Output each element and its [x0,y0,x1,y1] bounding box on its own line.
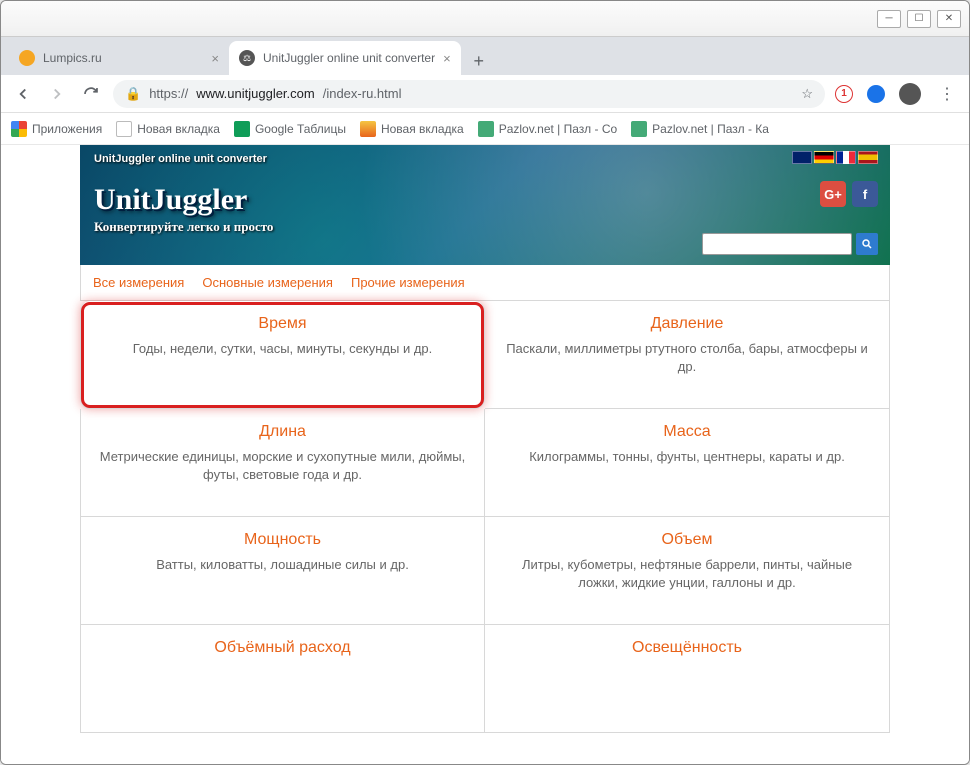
url-host: www.unitjuggler.com [196,86,315,101]
profile-avatar[interactable] [899,83,921,105]
menu-link-all[interactable]: Все измерения [93,275,184,290]
bookmark-label: Google Таблицы [255,122,346,136]
window-titlebar: ─ ☐ ✕ [1,1,969,37]
browser-tab-1[interactable]: ⚖ UnitJuggler online unit converter × [229,41,461,75]
tab-bar: Lumpics.ru × ⚖ UnitJuggler online unit c… [1,37,969,75]
category-card[interactable]: Длина Метрические единицы, морские и сухо… [80,409,485,517]
toolbar-right: 1 ⋮ [835,82,959,106]
card-description: Паскали, миллиметры ртутного столба, бар… [501,340,873,376]
img-icon [360,121,376,137]
new-tab-button[interactable]: + [465,47,493,75]
bookmark-label: Новая вкладка [137,122,220,136]
bookmark-item[interactable]: Новая вкладка [116,121,220,137]
bookmarks-bar: Приложения Новая вкладка Google Таблицы … [1,113,969,145]
close-tab-icon[interactable]: × [211,51,219,66]
flag-de[interactable] [814,151,834,164]
search-button[interactable] [856,233,878,255]
card-description: Литры, кубометры, нефтяные баррели, пинт… [501,556,873,592]
card-description: Ватты, киловатты, лошадиные силы и др. [97,556,468,574]
bookmark-item[interactable]: Pazlov.net | Пазл - Ка [631,121,769,137]
browser-tab-0[interactable]: Lumpics.ru × [9,41,229,75]
close-window-button[interactable]: ✕ [937,10,961,28]
forward-button[interactable] [45,82,69,106]
category-card[interactable]: Мощность Ватты, киловатты, лошадиные силы… [80,517,485,625]
extension-icon[interactable]: 1 [835,85,853,103]
lock-icon: 🔒 [125,86,141,102]
puzzle-icon [478,121,494,137]
category-menu: Все измерения Основные измерения Прочие … [80,265,890,301]
card-description: Килограммы, тонны, фунты, центнеры, кара… [501,448,873,466]
bookmark-star-icon[interactable]: ☆ [801,86,813,102]
card-title: Объёмный расход [97,639,468,657]
category-card[interactable]: Время Годы, недели, сутки, часы, минуты, … [80,301,485,409]
extension-icon[interactable] [867,85,885,103]
card-title: Объем [501,531,873,549]
reload-button[interactable] [79,82,103,106]
menu-link-basic[interactable]: Основные измерения [202,275,333,290]
sheets-icon [234,121,250,137]
bookmark-label: Pazlov.net | Пазл - Ка [652,122,769,136]
category-card[interactable]: Объёмный расход [80,625,485,733]
flag-es[interactable] [858,151,878,164]
card-title: Масса [501,423,873,441]
bookmark-apps[interactable]: Приложения [11,121,102,137]
card-title: Длина [97,423,468,441]
puzzle-icon [631,121,647,137]
tab-title: Lumpics.ru [43,51,102,65]
bookmark-label: Pazlov.net | Пазл - Со [499,122,617,136]
site-container: UnitJuggler online unit converter G+ f U… [80,145,890,733]
maximize-button[interactable]: ☐ [907,10,931,28]
bookmark-item[interactable]: Новая вкладка [360,121,464,137]
url-path: /index-ru.html [323,86,402,101]
url-scheme: https:// [149,86,188,101]
back-button[interactable] [11,82,35,106]
card-description: Годы, недели, сутки, часы, минуты, секун… [97,340,468,358]
bookmark-label: Новая вкладка [381,122,464,136]
search-form [702,233,878,255]
card-title: Освещённость [501,639,873,657]
category-card[interactable]: Освещённость [485,625,890,733]
bookmark-item[interactable]: Google Таблицы [234,121,346,137]
bookmark-item[interactable]: Pazlov.net | Пазл - Со [478,121,617,137]
favicon-icon: ⚖ [239,50,255,66]
site-header: UnitJuggler online unit converter G+ f U… [80,145,890,265]
category-card[interactable]: Масса Килограммы, тонны, фунты, центнеры,… [485,409,890,517]
address-bar[interactable]: 🔒 https:// www.unitjuggler.com/index-ru.h… [113,80,825,108]
menu-link-other[interactable]: Прочие измерения [351,275,465,290]
favicon-icon [19,50,35,66]
nav-toolbar: 🔒 https:// www.unitjuggler.com/index-ru.h… [1,75,969,113]
language-flags [792,151,878,164]
tab-title: UnitJuggler online unit converter [263,51,435,65]
card-title: Давление [501,315,873,333]
card-title: Мощность [97,531,468,549]
flag-en[interactable] [792,151,812,164]
page-icon [116,121,132,137]
page-content: UnitJuggler online unit converter G+ f U… [1,145,969,764]
apps-icon [11,121,27,137]
minimize-button[interactable]: ─ [877,10,901,28]
flag-fr[interactable] [836,151,856,164]
site-logo[interactable]: UnitJuggler [94,183,876,217]
menu-icon[interactable]: ⋮ [935,82,959,106]
category-grid: Время Годы, недели, сутки, часы, минуты, … [80,301,890,733]
search-input[interactable] [702,233,852,255]
bookmark-label: Приложения [32,122,102,136]
category-card[interactable]: Давление Паскали, миллиметры ртутного сто… [485,301,890,409]
card-description: Метрические единицы, морские и сухопутны… [97,448,468,484]
category-card[interactable]: Объем Литры, кубометры, нефтяные баррели,… [485,517,890,625]
browser-window: ─ ☐ ✕ Lumpics.ru × ⚖ UnitJuggler online … [0,0,970,765]
header-subtitle: UnitJuggler online unit converter [94,153,876,165]
card-title: Время [97,315,468,333]
close-tab-icon[interactable]: × [443,51,451,66]
